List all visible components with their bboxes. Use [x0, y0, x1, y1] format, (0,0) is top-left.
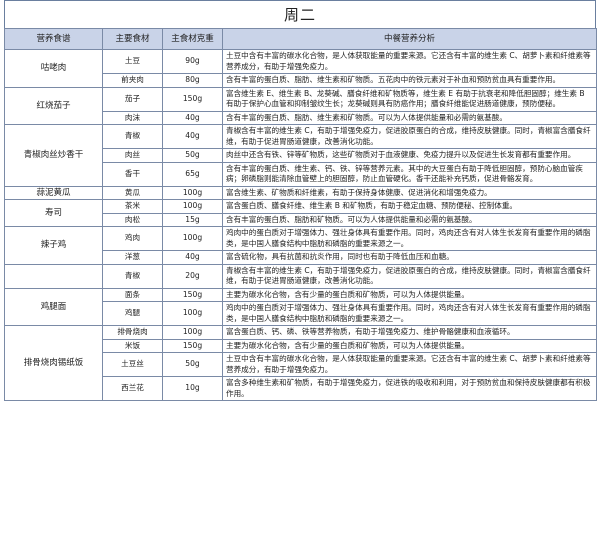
table-row: 寿司 茶米 100g 富含蛋白质、膳食纤维、维生素 B 和矿物质，有助于稳定血糖、预防… — [4, 199, 597, 227]
weight-cell: 65g — [162, 161, 223, 187]
dish-name: 辣子鸡 — [4, 226, 103, 265]
analysis-cell: 含有丰富的蛋白质、脂肪、维生素和矿物质。五花肉中的铁元素对于补血和预防贫血具有重… — [222, 73, 597, 88]
weight-cell: 40g — [162, 250, 223, 265]
analysis-cell: 主要为碳水化合物，含有少量的蛋白质和矿物质，可以为人体提供能量。 — [222, 338, 597, 353]
dish-name: 蒜泥黄瓜 — [4, 185, 103, 200]
weight-cell: 100g — [162, 226, 223, 251]
analysis-cell: 青椒含有丰富的维生素 C，有助于增强免疫力，促进胶原蛋白的合成，维持皮肤健康。同… — [222, 263, 597, 289]
analysis-cell: 肉丝中还含有铁、锌等矿物质，这些矿物质对于血液健康、免疫力提升以及促进生长发育都… — [222, 148, 597, 163]
header-row: 营养食谱 主要食材 主食材克重 中餐营养分析 — [4, 28, 597, 50]
analysis-cell: 含有丰富的蛋白质、维生素、钙、铁、锌等营养元素。其中的大豆蛋白有助于降低胆固醇，… — [222, 161, 597, 187]
nutrition-table: 营养食谱 主要食材 主食材克重 中餐营养分析 咕咾肉 土豆 90g 土豆中含有丰富的碳… — [4, 28, 597, 401]
page-title: 周二 — [4, 0, 596, 28]
ingredient-cell: 肉松 — [102, 212, 163, 227]
analysis-cell: 含有丰富的蛋白质、脂肪、维生素和矿物质。可以为人体提供能量和必需的氨基酸。 — [222, 110, 597, 125]
analysis-cell: 主要为碳水化合物，含有少量的蛋白质和矿物质，可以为人体提供能量。 — [222, 287, 597, 302]
ingredient-cell: 洋葱 — [102, 250, 163, 265]
analysis-cell: 含有丰富的蛋白质、脂肪和矿物质。可以为人体提供能量和必需的氨基酸。 — [222, 212, 597, 227]
weight-cell: 100g — [162, 185, 223, 200]
dish-name: 红烧茄子 — [4, 86, 103, 125]
dish-name — [4, 263, 103, 289]
weight-cell: 50g — [162, 352, 223, 377]
weight-cell: 40g — [162, 124, 223, 149]
analysis-cell: 鸡肉中的蛋白质对于增强体力、强壮身体具有重要作用。同时，鸡肉还含有对人体生长发育… — [222, 301, 597, 326]
ingredient-cell: 鸡肉 — [102, 226, 163, 251]
ingredient-cell: 茶米 — [102, 199, 163, 214]
ingredient-cell: 鸡腿 — [102, 301, 163, 326]
weight-cell: 10g — [162, 376, 223, 401]
ingredient-cell: 茄子 — [102, 86, 163, 112]
dish-name: 排骨烧肉锡纸饭 — [4, 325, 103, 401]
dish-name: 青椒肉丝炒香干 — [4, 124, 103, 187]
weight-cell: 90g — [162, 49, 223, 74]
table-body: 咕咾肉 土豆 90g 土豆中含有丰富的碳水化合物，是人体获取能量的重要来源。它还含有丰… — [4, 49, 597, 401]
analysis-cell: 土豆中含有丰富的碳水化合物，是人体获取能量的重要来源。它还含有丰富的维生素 C、… — [222, 49, 597, 74]
table-row: 鸡腿面 面条 150g 主要为碳水化合物，含有少量的蛋白质和矿物质，可以为人体提供能量… — [4, 287, 597, 326]
ingredient-cell: 肉丝 — [102, 148, 163, 163]
analysis-cell: 富含硫化物，具有抗菌和抗炎作用，同时也有助于降低血压和血糖。 — [222, 250, 597, 265]
table-row: 蒜泥黄瓜 黄瓜 100g 富含维生素、矿物质和纤维素，有助于保持身体健康、促进消化和增… — [4, 185, 597, 200]
table-row: 青椒肉丝炒香干 青椒 40g 青椒含有丰富的维生素 C，有助于增强免疫力，促进胶原蛋白… — [4, 124, 597, 187]
ingredient-cell: 黄瓜 — [102, 185, 163, 200]
table-row: 咕咾肉 土豆 90g 土豆中含有丰富的碳水化合物，是人体获取能量的重要来源。它还含有丰… — [4, 49, 597, 88]
weight-cell: 15g — [162, 212, 223, 227]
weight-cell: 20g — [162, 263, 223, 289]
ingredient-cell: 土豆 — [102, 49, 163, 74]
analysis-cell: 土豆中含有丰富的碳水化合物，是人体获取能量的重要来源。它还含有丰富的维生素 C、… — [222, 352, 597, 377]
weight-cell: 100g — [162, 301, 223, 326]
analysis-cell: 富含维生素 E、维生素 B、龙葵碱、膳食纤维和矿物质等，维生素 E 有助于抗衰老… — [222, 86, 597, 112]
ingredient-cell: 面条 — [102, 287, 163, 302]
analysis-cell: 富含蛋白质、钙、磷、铁等营养物质，有助于增强免疫力、维护骨骼健康和血液循环。 — [222, 325, 597, 340]
weight-cell: 100g — [162, 325, 223, 340]
weight-cell: 150g — [162, 287, 223, 302]
dish-name: 寿司 — [4, 199, 103, 227]
ingredient-cell: 前夹肉 — [102, 73, 163, 88]
analysis-cell: 富含多种维生素和矿物质，有助于增强免疫力，促进铁的吸收和利用，对于预防贫血和保持… — [222, 376, 597, 401]
ingredient-cell: 青椒 — [102, 263, 163, 289]
table-row: 青椒 20g 青椒含有丰富的维生素 C，有助于增强免疫力，促进胶原蛋白的合成，维持皮… — [4, 263, 597, 289]
weight-cell: 150g — [162, 86, 223, 112]
analysis-cell: 富含蛋白质、膳食纤维、维生素 B 和矿物质，有助于稳定血糖、预防便秘、控制体重。 — [222, 199, 597, 214]
header-weight: 主食材克重 — [162, 28, 223, 50]
ingredient-cell: 土豆丝 — [102, 352, 163, 377]
header-ingredient: 主要食材 — [102, 28, 163, 50]
table-row: 辣子鸡 鸡肉 100g 鸡肉中的蛋白质对于增强体力、强壮身体具有重要作用。同时，鸡肉还… — [4, 226, 597, 265]
table-row: 排骨烧肉锡纸饭 排骨烧肉 100g 富含蛋白质、钙、磷、铁等营养物质，有助于增强免疫力… — [4, 325, 597, 401]
analysis-cell: 青椒含有丰富的维生素 C，有助于增强免疫力，促进胶原蛋白的合成，维持皮肤健康。同… — [222, 124, 597, 149]
analysis-cell: 富含维生素、矿物质和纤维素，有助于保持身体健康、促进消化和增强免疫力。 — [222, 185, 597, 200]
ingredient-cell: 西兰花 — [102, 376, 163, 401]
dish-name: 咕咾肉 — [4, 49, 103, 88]
ingredient-cell: 肉沫 — [102, 110, 163, 125]
weight-cell: 100g — [162, 199, 223, 214]
ingredient-cell: 青椒 — [102, 124, 163, 149]
weight-cell: 80g — [162, 73, 223, 88]
ingredient-cell: 排骨烧肉 — [102, 325, 163, 340]
ingredient-cell: 米饭 — [102, 338, 163, 353]
table-row: 红烧茄子 茄子 150g 富含维生素 E、维生素 B、龙葵碱、膳食纤维和矿物质等，维生… — [4, 86, 597, 125]
menu-page: 周二 营养食谱 主要食材 主食材克重 中餐营养分析 咕咾肉 土豆 90g 土豆中含有丰… — [0, 0, 600, 544]
weight-cell: 40g — [162, 110, 223, 125]
header-analysis: 中餐营养分析 — [222, 28, 597, 50]
header-dish: 营养食谱 — [4, 28, 103, 50]
weight-cell: 50g — [162, 148, 223, 163]
dish-name: 鸡腿面 — [4, 287, 103, 326]
analysis-cell: 鸡肉中的蛋白质对于增强体力、强壮身体具有重要作用。同时，鸡肉还含有对人体生长发育… — [222, 226, 597, 251]
ingredient-cell: 香干 — [102, 161, 163, 187]
weight-cell: 150g — [162, 338, 223, 353]
